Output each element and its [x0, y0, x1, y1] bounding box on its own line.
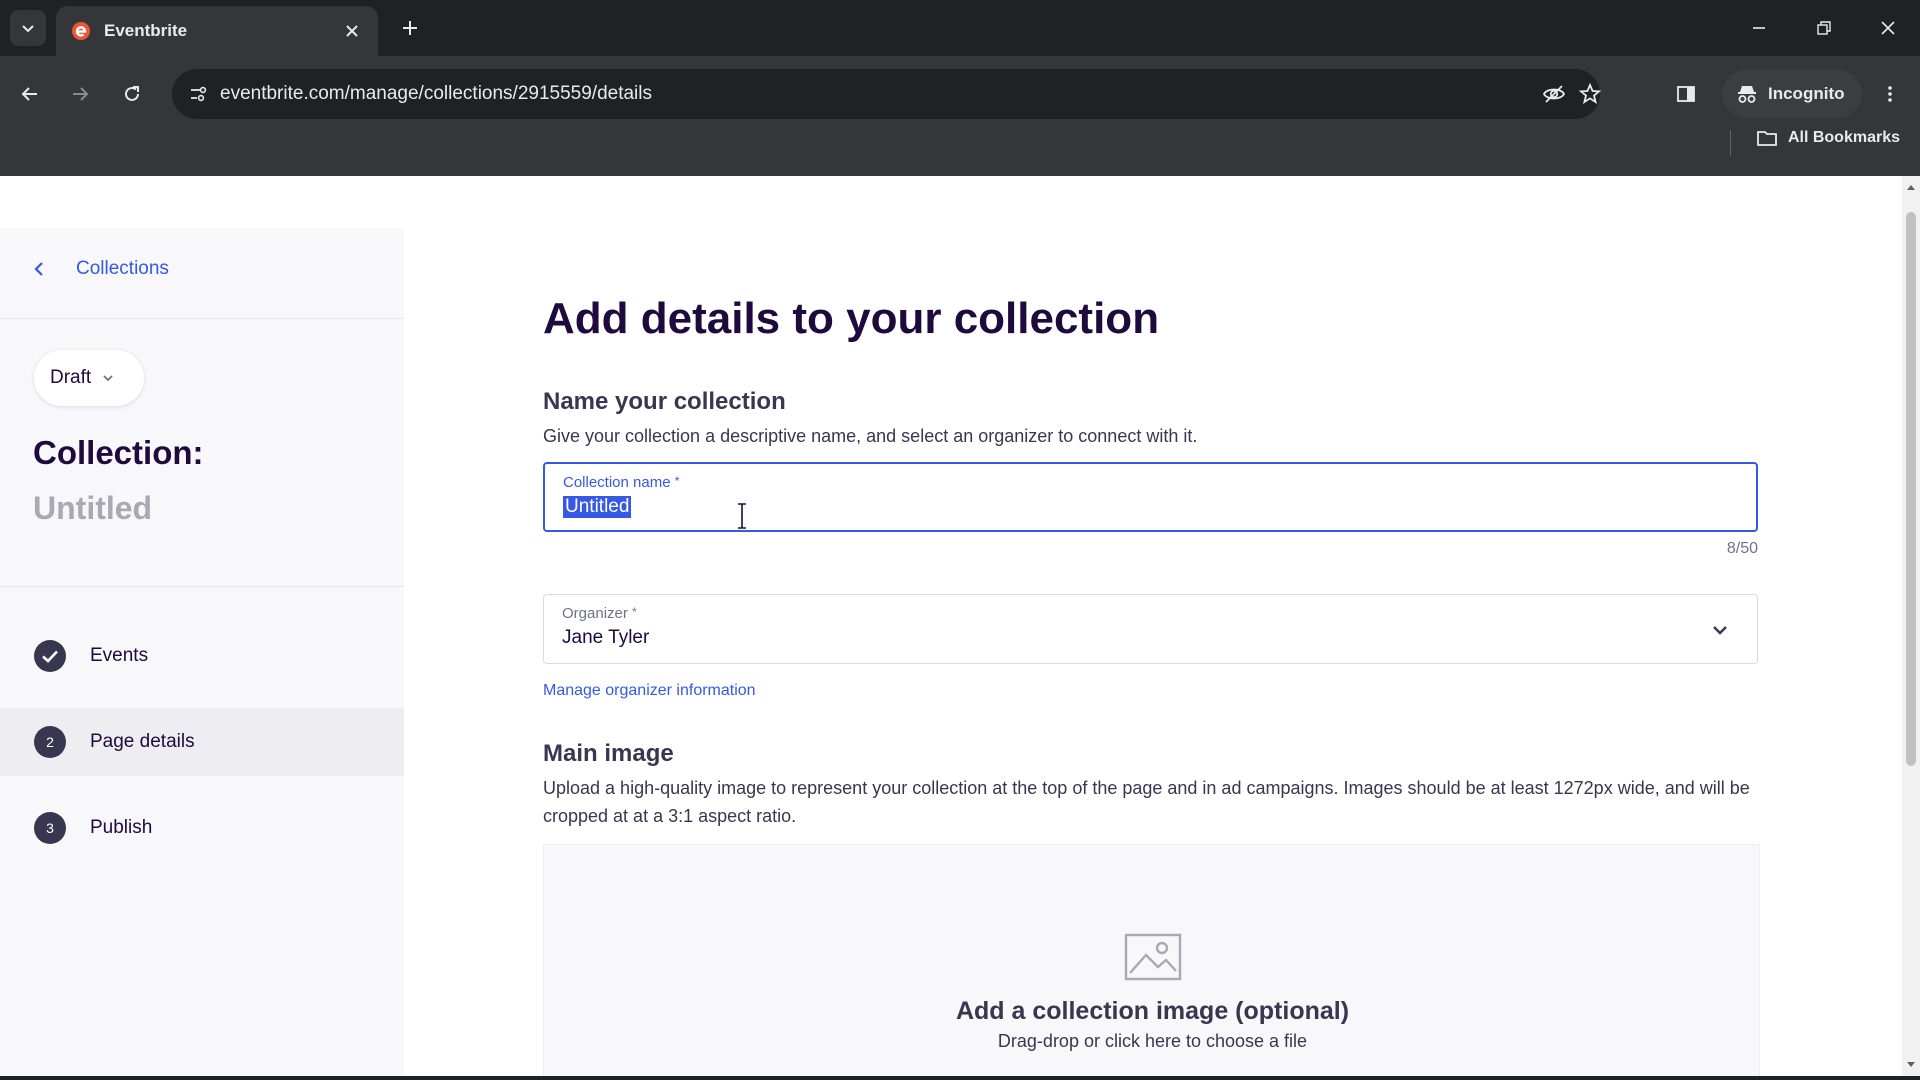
- arrow-right-icon: [73, 87, 89, 101]
- organizer-label: Organizer *: [562, 605, 637, 622]
- incognito-label: Incognito: [1768, 84, 1845, 103]
- name-section-heading: Name your collection: [543, 388, 786, 415]
- page-scrollbar[interactable]: [1902, 176, 1920, 1080]
- manage-organizer-link[interactable]: Manage organizer information: [543, 682, 756, 700]
- step-label: Page details: [90, 731, 195, 752]
- all-bookmarks-button[interactable]: All Bookmarks: [1756, 128, 1900, 148]
- upload-title: Add a collection image (optional): [955, 997, 1350, 1025]
- step-label: Events: [90, 645, 149, 666]
- sidebar-divider: [0, 318, 404, 319]
- image-placeholder-icon: [1124, 933, 1182, 981]
- browser-toolbar: eventbrite.com/manage/collections/291555…: [0, 56, 1920, 176]
- step-label: Publish: [90, 817, 153, 838]
- arrow-left-icon: [21, 87, 37, 101]
- close-window-button[interactable]: [1868, 8, 1908, 48]
- browser-menu-button[interactable]: [1870, 74, 1910, 114]
- image-section-description: Upload a high-quality image to represent…: [543, 778, 1750, 826]
- minimize-icon: [1753, 27, 1765, 29]
- name-section-description: Give your collection a descriptive name,…: [543, 426, 1198, 446]
- scroll-down-icon[interactable]: [1906, 1060, 1916, 1070]
- sidebar-divider: [0, 586, 404, 587]
- chevron-down-icon: [22, 25, 34, 33]
- collection-name-preview: Untitled: [33, 490, 153, 526]
- collection-name-input[interactable]: Untitled: [563, 496, 632, 518]
- restore-icon: [1817, 21, 1831, 35]
- close-icon: [1881, 21, 1895, 35]
- chevron-down-icon: [1713, 626, 1727, 635]
- text-cursor-icon: [738, 503, 746, 529]
- new-tab-button[interactable]: [392, 10, 428, 46]
- eventbrite-logo-icon: [70, 20, 92, 42]
- reload-button[interactable]: [112, 74, 152, 114]
- all-bookmarks-label: All Bookmarks: [1787, 129, 1900, 146]
- status-dropdown[interactable]: Draft: [34, 350, 144, 406]
- folder-icon: [1757, 131, 1777, 146]
- step-number: 2: [34, 726, 66, 758]
- image-section-heading: Main image: [543, 740, 674, 767]
- bookmark-star-icon[interactable]: [1576, 80, 1604, 108]
- reload-icon: [125, 86, 139, 101]
- incognito-icon: [1738, 86, 1756, 103]
- close-tab-icon[interactable]: [340, 19, 364, 43]
- side-panel-button[interactable]: [1666, 74, 1706, 114]
- scrollbar-thumb[interactable]: [1906, 212, 1916, 766]
- url-text: eventbrite.com/manage/collections/291555…: [220, 83, 652, 104]
- incognito-indicator[interactable]: Incognito: [1722, 70, 1863, 118]
- check-circle-icon: [34, 640, 66, 672]
- more-vertical-icon: [1888, 86, 1892, 102]
- character-counter: 8/50: [1726, 540, 1758, 557]
- chevron-down-icon: [103, 375, 113, 382]
- back-to-collections[interactable]: Collections: [32, 258, 169, 280]
- page-title: Add details to your collection: [543, 294, 1160, 343]
- status-label: Draft: [50, 367, 92, 388]
- plus-icon: [403, 21, 417, 35]
- step-page-details[interactable]: 2 Page details: [0, 708, 404, 776]
- back-button[interactable]: [10, 74, 50, 114]
- eye-off-icon[interactable]: [1540, 80, 1568, 108]
- browser-tab-bar: Eventbrite: [0, 0, 1920, 56]
- collections-link[interactable]: Collections: [76, 258, 169, 280]
- side-panel-icon: [1677, 86, 1695, 102]
- tab-search-button[interactable]: [10, 10, 46, 46]
- forward-button[interactable]: [60, 74, 100, 114]
- minimize-button[interactable]: [1739, 8, 1779, 48]
- site-settings-icon[interactable]: [186, 82, 210, 106]
- sidebar: Collections Draft Collection: Untitled E…: [0, 228, 404, 1080]
- chevron-left-icon: [34, 262, 43, 276]
- address-bar[interactable]: eventbrite.com/manage/collections/291555…: [172, 69, 1602, 119]
- organizer-dropdown[interactable]: Organizer * Jane Tyler: [543, 594, 1758, 664]
- upload-subtitle: Drag-drop or click here to choose a file: [997, 1031, 1308, 1051]
- collection-heading: Collection:: [33, 434, 204, 471]
- scroll-up-icon[interactable]: [1906, 182, 1916, 192]
- page-content: Collections Draft Collection: Untitled E…: [0, 176, 1920, 1080]
- organizer-value: Jane Tyler: [562, 627, 650, 648]
- collection-name-label: Collection name *: [563, 474, 680, 491]
- main-content: Add details to your collection Name your…: [543, 176, 1760, 1080]
- collection-name-field[interactable]: Collection name * Untitled: [543, 462, 1758, 532]
- step-events[interactable]: Events: [0, 622, 404, 690]
- tab-title: Eventbrite: [104, 21, 188, 40]
- image-upload-dropzone[interactable]: Add a collection image (optional) Drag-d…: [543, 844, 1760, 1080]
- restore-button[interactable]: [1804, 8, 1844, 48]
- bookmarks-separator: [1730, 130, 1731, 156]
- browser-tab[interactable]: Eventbrite: [56, 6, 378, 56]
- step-number: 3: [34, 812, 66, 844]
- bottom-edge: [0, 1076, 1920, 1080]
- step-publish[interactable]: 3 Publish: [0, 794, 404, 862]
